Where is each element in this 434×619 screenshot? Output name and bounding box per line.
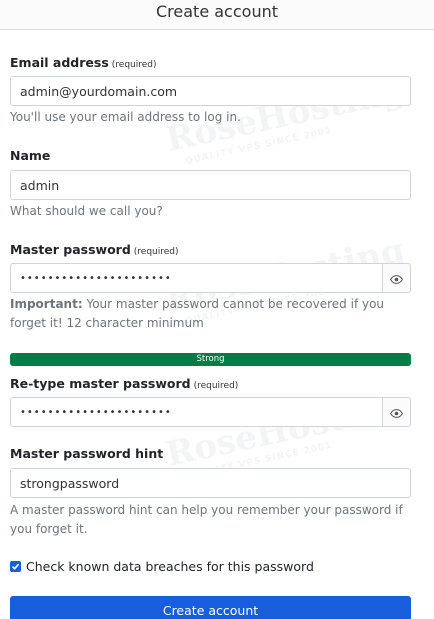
email-helper-text: You'll use your email address to log in. bbox=[10, 110, 241, 124]
password-strength-meter: Strong bbox=[10, 353, 411, 366]
required-indicator: (required) bbox=[133, 247, 179, 257]
eye-icon bbox=[390, 403, 403, 422]
hint-label: Master password hint bbox=[10, 446, 163, 461]
name-field[interactable] bbox=[10, 170, 411, 200]
name-label-text: Name bbox=[10, 148, 51, 163]
checkmark-icon bbox=[11, 563, 20, 570]
hint-label-text: Master password hint bbox=[10, 446, 164, 461]
page-header: Create account bbox=[0, 0, 434, 30]
password-strength-fill: Strong bbox=[10, 353, 411, 366]
email-label: Email address (required) bbox=[10, 55, 157, 70]
master-password-label-text: Master password bbox=[10, 242, 131, 257]
eye-icon bbox=[390, 269, 403, 288]
toggle-retype-visibility-button[interactable] bbox=[382, 397, 411, 427]
name-label: Name bbox=[10, 148, 50, 163]
retype-password-field[interactable] bbox=[10, 397, 382, 427]
page-title: Create account bbox=[156, 2, 278, 21]
breach-check-row[interactable]: Check known data breaches for this passw… bbox=[10, 559, 314, 574]
breach-check-label: Check known data breaches for this passw… bbox=[26, 559, 314, 574]
email-label-text: Email address bbox=[10, 55, 109, 70]
breach-check-checkbox[interactable] bbox=[10, 561, 21, 572]
create-account-button[interactable]: Create account bbox=[10, 596, 411, 619]
master-password-field[interactable] bbox=[10, 263, 382, 293]
email-field[interactable] bbox=[10, 76, 411, 106]
required-indicator: (required) bbox=[111, 60, 157, 70]
hint-helper-text: A master password hint can help you reme… bbox=[10, 503, 403, 536]
master-password-label: Master password (required) bbox=[10, 242, 179, 257]
retype-password-label: Re-type master password (required) bbox=[10, 376, 238, 391]
master-password-helper: Important: Your master password cannot b… bbox=[10, 295, 414, 333]
name-helper-text: What should we call you? bbox=[10, 204, 163, 218]
important-label: Important: bbox=[10, 297, 83, 311]
retype-password-label-text: Re-type master password bbox=[10, 376, 191, 391]
password-hint-field[interactable] bbox=[10, 468, 411, 498]
toggle-password-visibility-button[interactable] bbox=[382, 263, 411, 293]
required-indicator: (required) bbox=[193, 381, 239, 391]
